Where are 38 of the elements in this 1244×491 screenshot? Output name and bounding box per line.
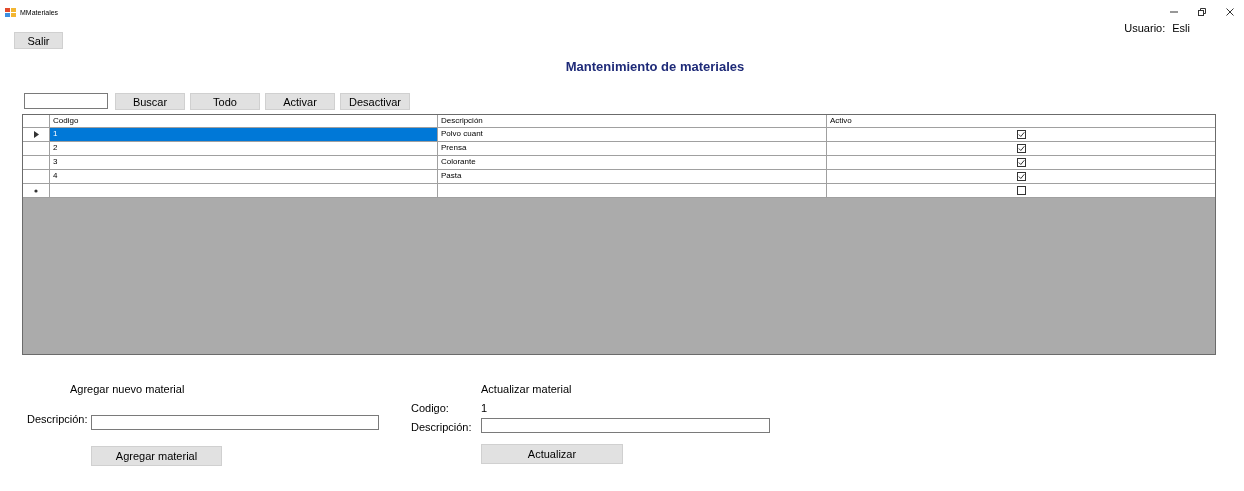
table-cell: 3 [50, 156, 438, 169]
table-cell: 1 [50, 128, 438, 141]
update-button[interactable]: Actualizar [481, 444, 623, 465]
field-label: Descripción: [27, 412, 88, 425]
search-field[interactable] [24, 93, 108, 109]
column-header[interactable]: Descripción [438, 115, 827, 127]
checkbox[interactable] [1016, 158, 1026, 167]
column-header[interactable]: Codigo [50, 115, 438, 127]
field-label: Descripción: [411, 421, 472, 434]
user-label: Usuario: [1124, 22, 1166, 34]
description-field[interactable] [481, 417, 770, 433]
section-title: Agregar nuevo material [70, 383, 185, 395]
user-name: Esli [1172, 22, 1190, 34]
checkbox[interactable] [1016, 130, 1026, 139]
table-cell: 2 [50, 142, 438, 155]
exit-button[interactable]: Salir [14, 32, 63, 49]
table-cell: Colorante [438, 156, 827, 169]
field-label: Codigo: [411, 401, 449, 416]
app-icon [5, 7, 16, 17]
table-cell: Polvo cuant [438, 128, 827, 141]
toolbar-button[interactable]: Activar [265, 93, 335, 110]
column-header[interactable]: Activo [827, 115, 1215, 127]
add-button[interactable]: Agregar material [91, 446, 222, 466]
section-title: Actualizar material [481, 383, 572, 395]
code-value: 1 [481, 401, 488, 416]
toolbar-button[interactable]: Desactivar [340, 93, 410, 110]
current-row-icon [33, 131, 39, 138]
checkbox[interactable] [1016, 172, 1026, 181]
toolbar-button[interactable]: Buscar [115, 93, 185, 110]
new-row-icon [34, 188, 38, 193]
table-cell: Pasta [438, 170, 827, 183]
toolbar-button[interactable]: Todo [190, 93, 260, 110]
table-cell: 4 [50, 170, 438, 183]
checkbox[interactable] [1016, 186, 1026, 195]
page-heading: Mantenimiento de materiales [565, 59, 745, 74]
description-field[interactable] [91, 415, 379, 430]
table-cell: Prensa [438, 142, 827, 155]
checkbox[interactable] [1016, 144, 1026, 153]
